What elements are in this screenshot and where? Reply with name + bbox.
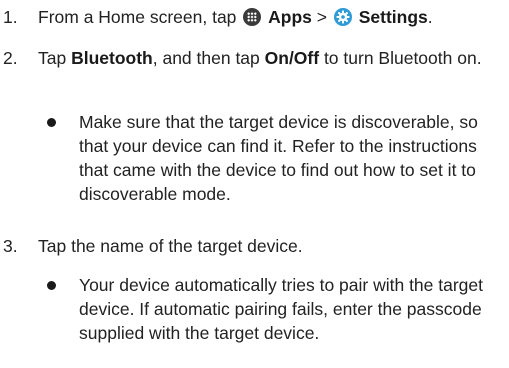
bullet-2: Your device automatically tries to pair …: [0, 273, 509, 349]
apps-grid-icon: [243, 8, 262, 26]
step-3: 3. Tap the name of the target device.: [0, 234, 505, 260]
apps-label: Apps: [268, 7, 312, 27]
step-number: 3.: [3, 236, 18, 256]
bullet-1: Make sure that the target device is disc…: [0, 110, 509, 210]
step-text-suffix: to turn Bluetooth on.: [319, 48, 482, 68]
bullet-text: Make sure that the target device is disc…: [79, 112, 478, 204]
separator: >: [311, 7, 332, 27]
bullet-dot: [47, 118, 56, 127]
step-text-prefix: From a Home screen, tap: [38, 7, 242, 27]
bullet-dot: [47, 281, 56, 290]
step-number: 2.: [3, 48, 18, 68]
step-2: 2. Tap Bluetooth, and then tap On/Off to…: [0, 46, 505, 96]
settings-gear-icon: [333, 8, 352, 26]
step-text: From a Home screen, tap Apps > Settings.: [38, 5, 503, 29]
step-number: 1.: [3, 7, 18, 27]
step-text-prefix: Tap: [38, 48, 72, 68]
instructions-document: 1. From a Home screen, tap Apps > Settin…: [0, 0, 509, 368]
step-text-suffix: .: [427, 7, 433, 27]
on-off-label: On/Off: [264, 48, 320, 68]
step-1: 1. From a Home screen, tap Apps > Settin…: [0, 5, 505, 31]
bullet-text: Your device automatically tries to pair …: [79, 275, 484, 343]
step-text: Tap Bluetooth, and then tap On/Off to tu…: [38, 46, 503, 70]
bluetooth-label: Bluetooth: [71, 48, 153, 68]
step-text-middle: , and then tap: [152, 48, 265, 68]
settings-label: Settings: [358, 7, 428, 27]
step-text: Tap the name of the target device.: [38, 236, 303, 256]
